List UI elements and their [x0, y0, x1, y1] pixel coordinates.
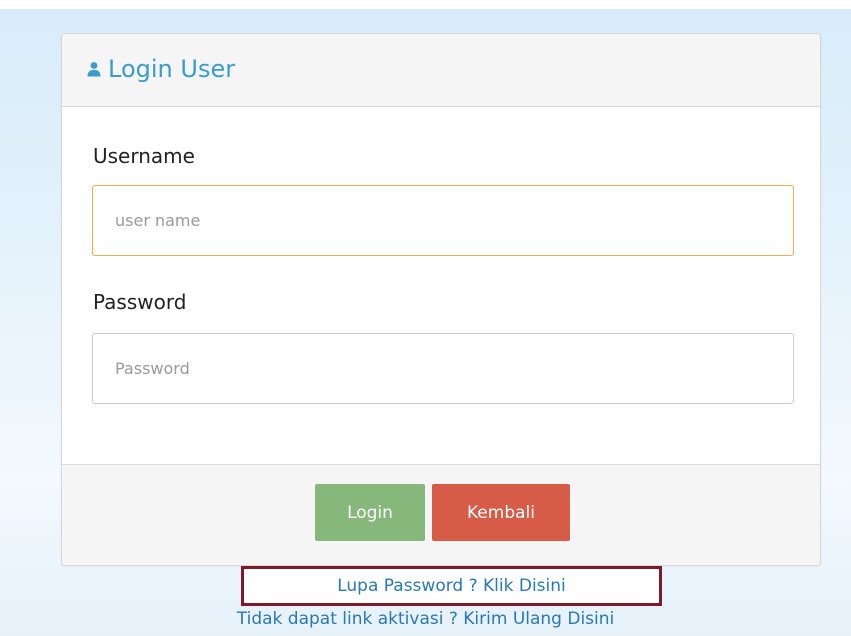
top-strip	[0, 0, 851, 9]
user-icon	[86, 61, 102, 77]
login-button[interactable]: Login	[315, 484, 425, 541]
password-label: Password	[93, 290, 187, 314]
username-input[interactable]	[92, 185, 794, 256]
back-button[interactable]: Kembali	[432, 484, 570, 541]
panel-title-text: Login User	[108, 55, 236, 83]
panel-heading: Login User	[62, 34, 820, 107]
forgot-password-link[interactable]: Lupa Password ? Klik Disini	[244, 576, 659, 596]
login-panel: Login User Username Password Login Kemba…	[61, 33, 821, 566]
panel-title: Login User	[86, 54, 235, 84]
password-input[interactable]	[92, 333, 794, 404]
resend-activation-link[interactable]: Tidak dapat link aktivasi ? Kirim Ulang …	[0, 609, 851, 629]
username-label: Username	[93, 144, 195, 168]
panel-footer: Login Kembali	[62, 464, 820, 565]
forgot-password-highlight: Lupa Password ? Klik Disini	[241, 566, 662, 606]
